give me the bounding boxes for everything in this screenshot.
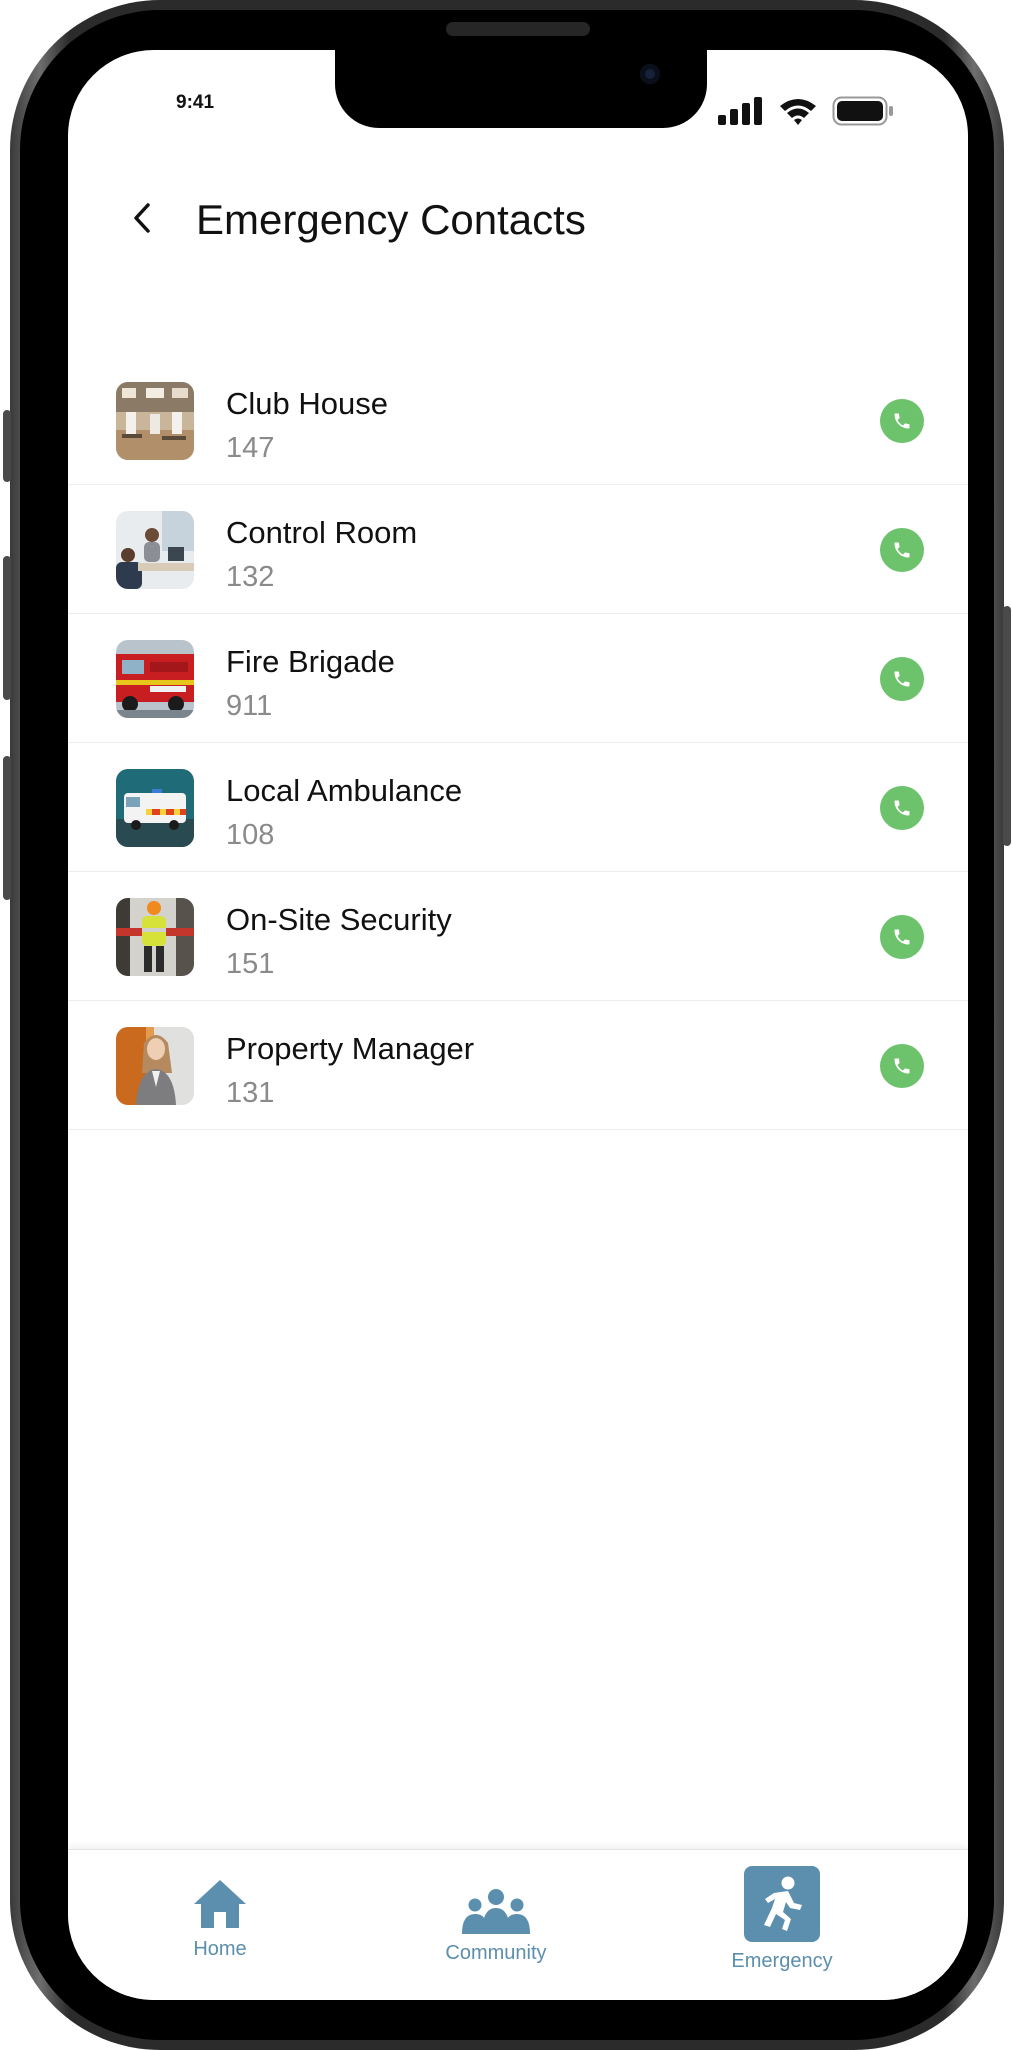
mute-switch — [3, 410, 11, 482]
bottom-nav: Home Community Emergency — [68, 1849, 968, 2000]
call-button[interactable] — [880, 657, 924, 701]
phone-icon — [894, 413, 910, 429]
phone-icon — [894, 800, 910, 816]
contact-row-local-ambulance[interactable]: Local Ambulance 108 — [68, 743, 968, 872]
contact-name: Club House — [226, 386, 388, 421]
nav-community[interactable]: Community — [432, 1888, 560, 1965]
nav-emergency[interactable]: Emergency — [718, 1866, 846, 1973]
manager-photo — [116, 1027, 194, 1105]
contact-number: 911 — [226, 690, 273, 722]
cellular-signal-icon — [718, 97, 762, 125]
front-camera — [640, 64, 660, 84]
nav-home[interactable]: Home — [180, 1878, 260, 1961]
chevron-left-icon — [134, 203, 150, 233]
contact-name: Control Room — [226, 515, 418, 550]
contact-number: 108 — [226, 819, 275, 851]
contact-row-fire-brigade[interactable]: Fire Brigade 911 — [68, 614, 968, 743]
phone-icon — [894, 542, 910, 558]
contact-number: 147 — [226, 432, 275, 464]
emergency-active-indicator — [744, 1866, 820, 1942]
contact-row-on-site-security[interactable]: On-Site Security 151 — [68, 872, 968, 1001]
nav-label: Community — [445, 1942, 547, 1964]
contact-name: Property Manager — [226, 1031, 475, 1066]
contact-row-property-manager[interactable]: Property Manager 131 — [68, 1001, 968, 1130]
call-button[interactable] — [880, 528, 924, 572]
contact-number: 131 — [226, 1077, 275, 1109]
security-guard-photo — [116, 898, 194, 976]
call-button[interactable] — [880, 1044, 924, 1088]
notch — [335, 50, 707, 128]
nav-label: Emergency — [731, 1950, 833, 1972]
volume-down-button — [3, 756, 11, 900]
contact-name: Local Ambulance — [226, 773, 463, 808]
contact-name: On-Site Security — [226, 902, 452, 937]
contact-list: Club House 147 Control Room 132 Fire Bri… — [68, 356, 968, 1130]
fire-truck-photo — [116, 640, 194, 718]
app-screen: 9:41 Emergency Contacts Club House 147 C… — [68, 50, 968, 2000]
page-title: Emergency Contacts — [196, 196, 586, 243]
nav-label: Home — [193, 1938, 247, 1960]
call-button[interactable] — [880, 786, 924, 830]
back-button[interactable] — [120, 196, 164, 240]
home-icon — [194, 1880, 246, 1928]
contact-row-club-house[interactable]: Club House 147 — [68, 356, 968, 485]
call-button[interactable] — [880, 915, 924, 959]
status-time: 9:41 — [176, 92, 215, 113]
power-button — [1003, 606, 1011, 846]
running-person-icon — [764, 1876, 802, 1931]
volume-up-button — [3, 556, 11, 700]
phone-icon — [894, 1058, 910, 1074]
phone-icon — [894, 671, 910, 687]
contact-row-control-room[interactable]: Control Room 132 — [68, 485, 968, 614]
phone-frame: 9:41 Emergency Contacts Club House 147 C… — [3, 0, 1011, 2050]
community-icon — [462, 1889, 530, 1934]
call-button[interactable] — [880, 399, 924, 443]
clubhouse-photo — [116, 382, 194, 460]
speaker-grille — [446, 22, 590, 36]
contact-name: Fire Brigade — [226, 644, 395, 679]
contact-number: 151 — [226, 948, 275, 980]
battery-icon — [832, 96, 893, 126]
status-icons — [718, 96, 894, 126]
wifi-icon — [780, 99, 816, 125]
control-room-photo — [116, 511, 194, 589]
ambulance-photo — [116, 769, 194, 847]
phone-icon — [894, 929, 910, 945]
contact-number: 132 — [226, 561, 275, 593]
